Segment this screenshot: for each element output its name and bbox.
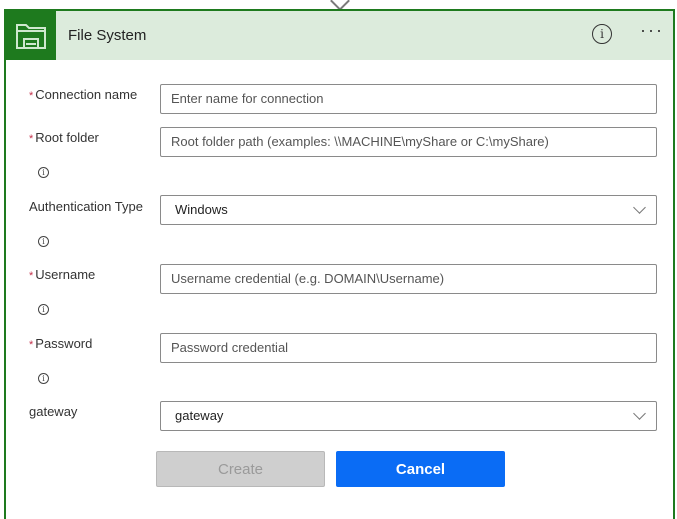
required-marker: * [29, 339, 34, 351]
username-info-icon[interactable]: i [38, 304, 49, 315]
password-info-icon[interactable]: i [38, 373, 49, 384]
gateway-select[interactable]: gateway [160, 401, 657, 431]
username-label: * Username [29, 267, 95, 282]
label-text: Password [35, 336, 93, 351]
connection-name-input[interactable]: Enter name for connection [160, 84, 657, 114]
gateway-value: gateway [175, 408, 224, 423]
required-marker: * [29, 90, 34, 102]
file-system-logo [6, 11, 56, 60]
username-input[interactable]: Username credential (e.g. DOMAIN\Usernam… [160, 264, 657, 294]
cancel-button[interactable]: Cancel [336, 451, 505, 487]
chevron-down-icon [633, 201, 646, 214]
label-text: Connection name [35, 87, 138, 102]
root-folder-label: * Root folder [29, 130, 99, 145]
auth-type-select[interactable]: Windows [160, 195, 657, 225]
info-glyph: i [600, 27, 604, 41]
more-options-button[interactable]: ··· [640, 21, 664, 39]
label-text: Username [35, 267, 96, 282]
required-marker: * [29, 133, 34, 145]
connection-name-label: * Connection name [29, 87, 137, 102]
create-button[interactable]: Create [156, 451, 325, 487]
folder-icon [16, 23, 46, 49]
root-folder-input[interactable]: Root folder path (examples: \\MACHINE\my… [160, 127, 657, 157]
password-label: * Password [29, 336, 92, 351]
label-text: Root folder [35, 130, 99, 145]
chevron-down-icon [633, 407, 646, 420]
auth-type-info-icon[interactable]: i [38, 236, 49, 247]
connector-title: File System [68, 27, 147, 44]
gateway-label: gateway [29, 404, 78, 419]
required-marker: * [29, 270, 34, 282]
card-header: File System i ··· [6, 11, 673, 60]
auth-type-label: Authentication Type [29, 199, 143, 214]
root-folder-info-icon[interactable]: i [38, 167, 49, 178]
auth-type-value: Windows [175, 202, 228, 217]
password-input[interactable]: Password credential [160, 333, 657, 363]
info-icon[interactable]: i [592, 24, 612, 44]
connection-card: File System i ··· * Connection name Enter… [4, 9, 675, 519]
